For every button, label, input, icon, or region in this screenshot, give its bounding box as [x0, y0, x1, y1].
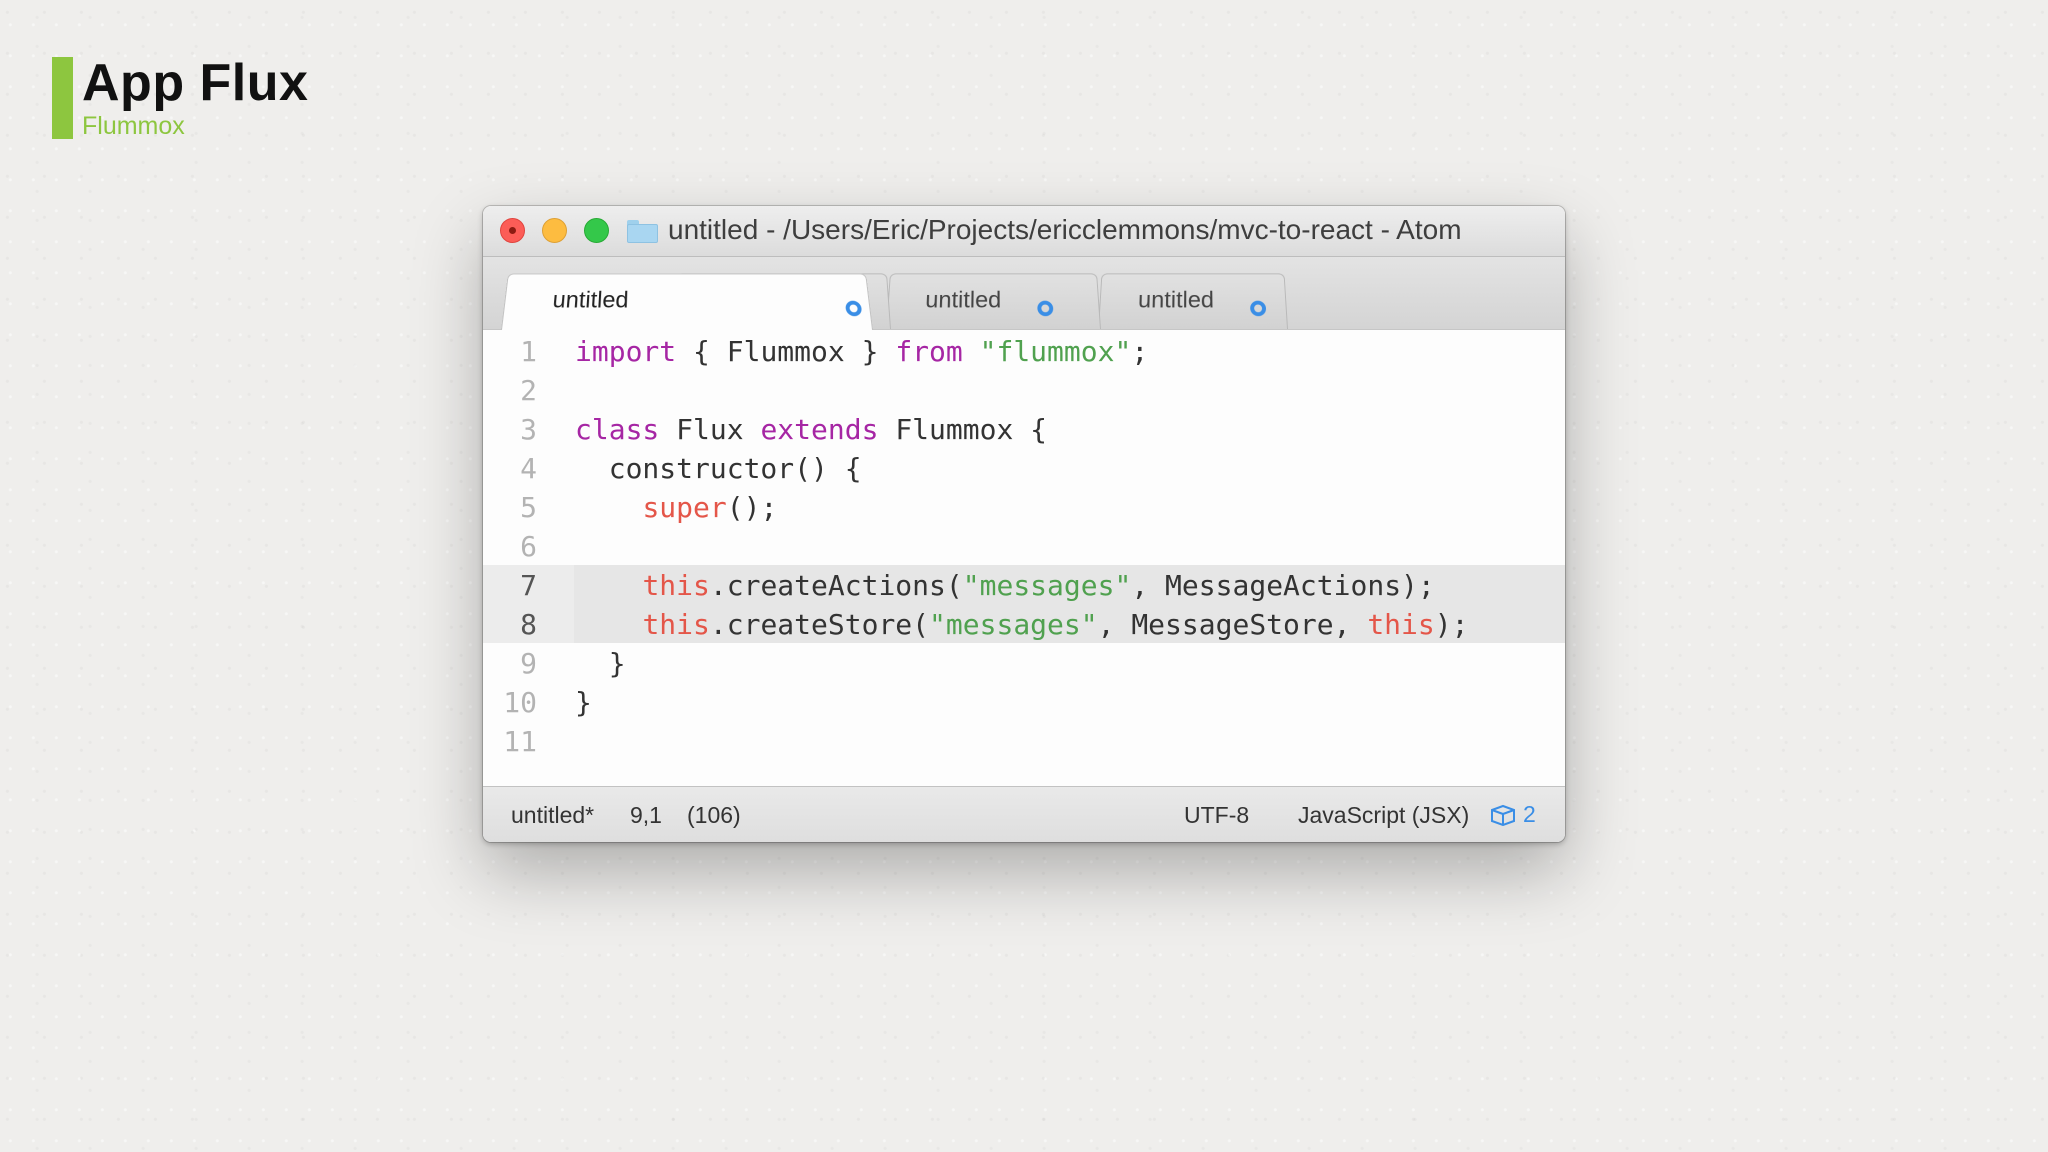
code-token-plain: (); [726, 491, 778, 524]
code-token-plain: Flummox { [878, 413, 1048, 446]
code-line[interactable]: 1 import { Flummox } from "flummox"; [483, 332, 1565, 371]
line-number: 1 [520, 335, 537, 368]
code-token-plain: ; [1131, 335, 1149, 368]
package-update-count[interactable]: 2 [1523, 801, 1536, 828]
code-editor[interactable]: 1 import { Flummox } from "flummox"; 2 3 cla… [483, 330, 1565, 792]
slide-subtitle: Flummox [82, 112, 185, 140]
code-text: } [575, 683, 592, 722]
code-token-plain: , MessageStore, [1097, 608, 1368, 641]
status-encoding[interactable]: UTF-8 [1184, 802, 1249, 829]
code-text: } [575, 644, 626, 683]
line-number: 5 [520, 491, 537, 524]
accent-bar [52, 57, 73, 139]
window-title: untitled - /Users/Eric/Projects/ericclem… [668, 214, 1462, 245]
code-token-kw: import [575, 335, 677, 368]
tab-label: untitled [551, 287, 630, 314]
code-text: constructor() { [575, 449, 862, 488]
code-token-this: this [1367, 608, 1435, 641]
status-file-name[interactable]: untitled* [511, 802, 594, 829]
tab-untitled-3[interactable]: untitled [886, 273, 1101, 329]
code-token-plain: Flux [659, 413, 761, 446]
line-number: 2 [520, 374, 537, 407]
code-text: this.createActions("messages", MessageAc… [575, 566, 1435, 605]
line-number: 4 [520, 452, 537, 485]
tab-label: untitled [1137, 287, 1215, 314]
code-line[interactable]: 8 this.createStore("messages", MessageSt… [483, 604, 1565, 644]
atom-window: untitled - /Users/Eric/Projects/ericclem… [483, 206, 1565, 842]
status-selection-count: (106) [687, 802, 741, 828]
code-line[interactable]: 7 this.createActions("messages", Message… [483, 565, 1565, 605]
folder-icon [627, 220, 658, 243]
code-text: class Flux extends Flummox { [575, 410, 1047, 449]
status-grammar[interactable]: JavaScript (JSX) [1298, 802, 1469, 829]
code-token-plain: ); [1434, 608, 1469, 641]
slide-title: App Flux [82, 54, 309, 112]
code-line[interactable]: 11 [483, 722, 1565, 761]
status-bar: untitled* 9,1 (106) UTF-8 JavaScript (JS… [483, 786, 1565, 842]
maximize-window-button[interactable] [584, 218, 609, 243]
code-token-kw: from [895, 335, 963, 368]
minimize-window-button[interactable] [542, 218, 567, 243]
close-window-button[interactable] [500, 218, 525, 243]
code-token-str: "messages" [929, 608, 1098, 641]
code-line[interactable]: 2 [483, 371, 1565, 410]
tab-untitled-4[interactable]: untitled [1098, 273, 1288, 329]
code-line[interactable]: 4 constructor() { [483, 449, 1565, 488]
title-bar[interactable]: untitled - /Users/Eric/Projects/ericclem… [483, 206, 1565, 257]
line-number: 8 [520, 608, 537, 641]
code-token-plain: .createStore( [709, 608, 930, 641]
code-token-this: super [642, 491, 727, 524]
code-token-this: this [642, 608, 710, 641]
code-token-kw: class [575, 413, 660, 446]
code-text: super(); [575, 488, 777, 527]
code-token-plain: constructor() { [575, 452, 862, 485]
modified-indicator-icon[interactable] [1249, 300, 1267, 317]
line-number: 11 [503, 725, 537, 758]
code-token-str: "flummox" [979, 335, 1132, 368]
tab-label: untitled [924, 287, 1002, 314]
code-text: import { Flummox } from "flummox"; [575, 332, 1148, 371]
line-number: 7 [520, 569, 537, 602]
code-token-plain: , MessageActions); [1131, 569, 1435, 602]
line-number: 9 [520, 647, 537, 680]
code-line[interactable]: 6 [483, 527, 1565, 566]
line-number: 6 [520, 530, 537, 563]
code-token-str: "messages" [962, 569, 1132, 602]
code-line[interactable]: 9 } [483, 644, 1565, 683]
code-line[interactable]: 5 super(); [483, 488, 1565, 527]
modified-indicator-icon[interactable] [1037, 300, 1054, 317]
code-text: this.createStore("messages", MessageStor… [575, 605, 1468, 644]
code-line[interactable]: 3 class Flux extends Flummox { [483, 410, 1565, 449]
line-number: 10 [503, 686, 537, 719]
package-icon[interactable] [1490, 804, 1516, 826]
code-token-plain: { Flummox } [676, 335, 896, 368]
code-token-kw: extends [760, 413, 879, 446]
code-token-plain: } [575, 647, 626, 680]
code-token-plain: .createActions( [709, 569, 963, 602]
tab-untitled-active[interactable]: untitled [501, 273, 873, 330]
code-token-plain: } [575, 686, 592, 719]
modified-indicator-icon[interactable] [844, 300, 863, 317]
code-token-this: this [642, 569, 710, 602]
code-line[interactable]: 10} [483, 683, 1565, 722]
line-number: 3 [520, 413, 537, 446]
status-cursor-position[interactable]: 9,1 [630, 802, 662, 829]
tab-bar: untitled untitled untitled untitled [483, 257, 1565, 330]
